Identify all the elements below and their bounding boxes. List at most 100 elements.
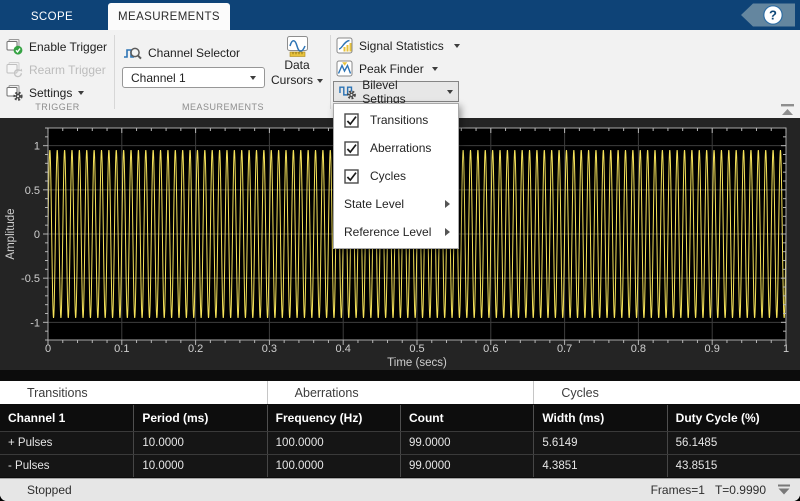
menu-item-label: Cycles (370, 169, 406, 183)
peak-finder-button[interactable]: Peak Finder (336, 60, 438, 77)
checkbox-checked-icon[interactable] (344, 113, 359, 128)
table-cell: 10.0000 (133, 455, 266, 477)
svg-text:0: 0 (34, 229, 40, 241)
svg-text:0.1: 0.1 (114, 343, 129, 355)
table-group-header-row: Transitions Aberrations Cycles (0, 381, 800, 404)
data-cursors-label-text: Cursors (271, 73, 313, 88)
group-header-aberrations: Aberrations (267, 381, 534, 404)
menu-item-label: Reference Level (344, 225, 431, 239)
channel-select-value: Channel 1 (131, 71, 186, 85)
rearm-trigger-button: Rearm Trigger (6, 61, 106, 78)
trigger-settings-label: Settings (29, 86, 72, 100)
data-cursors-label-line1: Data (284, 58, 309, 73)
peak-finder-caret-icon (432, 67, 438, 71)
svg-text:0.6: 0.6 (483, 343, 498, 355)
svg-text:0.5: 0.5 (25, 185, 40, 197)
svg-text:0.2: 0.2 (188, 343, 203, 355)
group-header-cycles: Cycles (533, 381, 800, 404)
column-header: Width (ms) (533, 405, 666, 431)
svg-text:0.9: 0.9 (705, 343, 720, 355)
enable-trigger-button[interactable]: Enable Trigger (6, 38, 107, 55)
data-cursors-button[interactable]: Data Cursors (268, 35, 326, 88)
signal-statistics-label: Signal Statistics (359, 39, 444, 53)
group-header-transitions: Transitions (0, 381, 267, 404)
signal-statistics-button[interactable]: Signal Statistics (336, 37, 460, 54)
status-bar: Stopped Frames=1 T=0.9990 (0, 478, 800, 501)
data-cursors-caret-icon (317, 79, 323, 83)
help-button[interactable]: ? (741, 3, 795, 32)
enable-trigger-label: Enable Trigger (29, 40, 107, 54)
bilevel-settings-icon (339, 83, 356, 100)
menu-item-transitions[interactable]: Transitions (334, 106, 458, 134)
table-cell: 99.0000 (400, 432, 533, 454)
table-row-plus-pulses: + Pulses 10.0000 100.0000 99.0000 5.6149… (0, 431, 800, 454)
column-header: Count (400, 405, 533, 431)
svg-text:0.7: 0.7 (557, 343, 572, 355)
submenu-arrow-icon (445, 200, 450, 208)
menu-item-reference-level[interactable]: Reference Level (334, 218, 458, 246)
table-cell: 99.0000 (400, 455, 533, 477)
table-cell: 56.1485 (667, 432, 800, 454)
menu-item-label: State Level (344, 197, 404, 211)
checkbox-checked-icon[interactable] (344, 141, 359, 156)
scope-window: SCOPE MEASUREMENTS ? Enable Trigger (0, 0, 800, 501)
svg-text:1: 1 (34, 141, 40, 153)
menu-item-aberrations[interactable]: Aberrations (334, 134, 458, 162)
svg-text:0: 0 (45, 343, 51, 355)
signal-statistics-icon (336, 37, 353, 54)
menu-item-state-level[interactable]: State Level (334, 190, 458, 218)
table-cell: - Pulses (0, 455, 133, 477)
menu-item-label: Aberrations (370, 141, 431, 155)
trigger-settings-button[interactable]: Settings (6, 84, 84, 101)
menu-item-label: Transitions (370, 113, 428, 127)
rearm-trigger-label: Rearm Trigger (29, 63, 106, 77)
data-cursors-icon (286, 35, 309, 58)
channel-selector-label-row: Channel Selector (123, 45, 240, 61)
column-header: Channel 1 (0, 405, 133, 431)
settings-gear-icon (6, 84, 23, 101)
bilevel-settings-button[interactable]: Bilevel Settings (333, 81, 459, 102)
status-time-label: T=0.9990 (715, 483, 766, 497)
column-header: Period (ms) (133, 405, 266, 431)
bilevel-settings-caret-icon (447, 90, 453, 94)
collapse-toolstrip-button[interactable] (779, 103, 797, 117)
bilevel-settings-label: Bilevel Settings (362, 78, 441, 106)
menu-item-cycles[interactable]: Cycles (334, 162, 458, 190)
table-row-minus-pulses: - Pulses 10.0000 100.0000 99.0000 4.3851… (0, 454, 800, 477)
tab-scope[interactable]: SCOPE (0, 3, 104, 30)
section-divider (114, 35, 115, 109)
titlebar: SCOPE MEASUREMENTS ? (0, 0, 800, 30)
bilevel-settings-menu: Transitions Aberrations Cycles State Lev… (333, 103, 459, 249)
tab-measurements[interactable]: MEASUREMENTS (108, 3, 230, 30)
enable-trigger-icon (6, 38, 23, 55)
svg-text:0.4: 0.4 (336, 343, 351, 355)
checkbox-checked-icon[interactable] (344, 169, 359, 184)
svg-text:0.5: 0.5 (409, 343, 424, 355)
column-header: Frequency (Hz) (267, 405, 400, 431)
table-cell: 100.0000 (267, 455, 400, 477)
dock-icon[interactable] (776, 484, 792, 496)
svg-text:0.8: 0.8 (631, 343, 646, 355)
submenu-arrow-icon (445, 228, 450, 236)
trigger-section-label: TRIGGER (0, 102, 115, 112)
table-cell: 100.0000 (267, 432, 400, 454)
table-column-header-row: Channel 1 Period (ms) Frequency (Hz) Cou… (0, 405, 800, 431)
section-divider (330, 35, 331, 109)
svg-text:1: 1 (783, 343, 789, 355)
help-icon: ? (741, 3, 795, 27)
channel-selector-icon (123, 45, 142, 61)
svg-text:-0.5: -0.5 (21, 273, 40, 285)
column-header: Duty Cycle (%) (667, 405, 800, 431)
status-state-label: Stopped (27, 483, 72, 497)
status-frames-label: Frames=1 (651, 483, 705, 497)
peak-finder-label: Peak Finder (359, 62, 424, 76)
collapse-toolstrip-icon (779, 103, 796, 116)
svg-text:?: ? (769, 8, 777, 23)
rearm-trigger-icon (6, 61, 23, 78)
svg-text:Amplitude: Amplitude (5, 208, 17, 259)
measurements-table: Transitions Aberrations Cycles Channel 1… (0, 377, 800, 478)
measurements-section-label: MEASUREMENTS (115, 102, 331, 112)
signal-statistics-caret-icon (454, 44, 460, 48)
table-cell: 43.8515 (667, 455, 800, 477)
channel-select[interactable]: Channel 1 (122, 67, 265, 88)
